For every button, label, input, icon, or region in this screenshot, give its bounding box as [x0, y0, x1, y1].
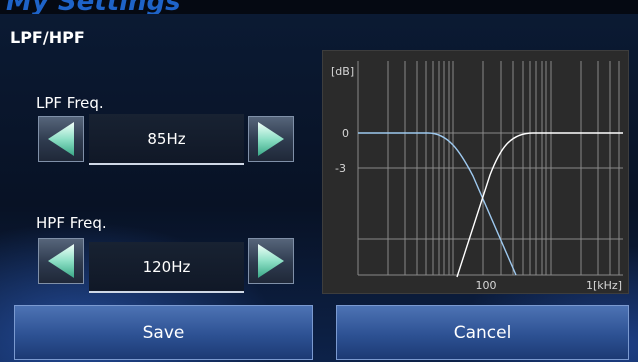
- x-tick-100: 100: [476, 279, 497, 292]
- filter-response-graph: [dB] 0 -3 100 1[kHz]: [322, 50, 629, 294]
- hpf-increase-button[interactable]: [248, 238, 294, 284]
- background-header: My Settings: [0, 0, 638, 14]
- cancel-button[interactable]: Cancel: [336, 305, 629, 360]
- lpf-decrease-button[interactable]: [38, 116, 84, 162]
- save-button-label: Save: [142, 322, 185, 343]
- hpf-decrease-button[interactable]: [38, 238, 84, 284]
- x-tick-1khz: 1[kHz]: [586, 279, 622, 292]
- triangle-left-icon: [48, 122, 74, 156]
- db-unit-label: [dB]: [331, 65, 354, 78]
- graph-grid: [357, 61, 623, 276]
- cancel-button-label: Cancel: [453, 322, 512, 343]
- y-tick-0: 0: [342, 127, 349, 140]
- triangle-right-icon: [258, 122, 284, 156]
- save-button[interactable]: Save: [14, 305, 313, 360]
- triangle-left-icon: [48, 244, 74, 278]
- hpf-freq-label: HPF Freq.: [36, 214, 107, 232]
- lpf-value-display: 85Hz: [89, 114, 244, 165]
- page-title: LPF/HPF: [10, 28, 85, 47]
- lpf-increase-button[interactable]: [248, 116, 294, 162]
- lpf-freq-label: LPF Freq.: [36, 94, 104, 112]
- triangle-right-icon: [258, 244, 284, 278]
- hpf-value-display: 120Hz: [89, 242, 244, 293]
- lpf-curve: [358, 132, 517, 276]
- y-tick-minus-3: -3: [335, 162, 346, 175]
- background-header-text: My Settings: [6, 0, 181, 14]
